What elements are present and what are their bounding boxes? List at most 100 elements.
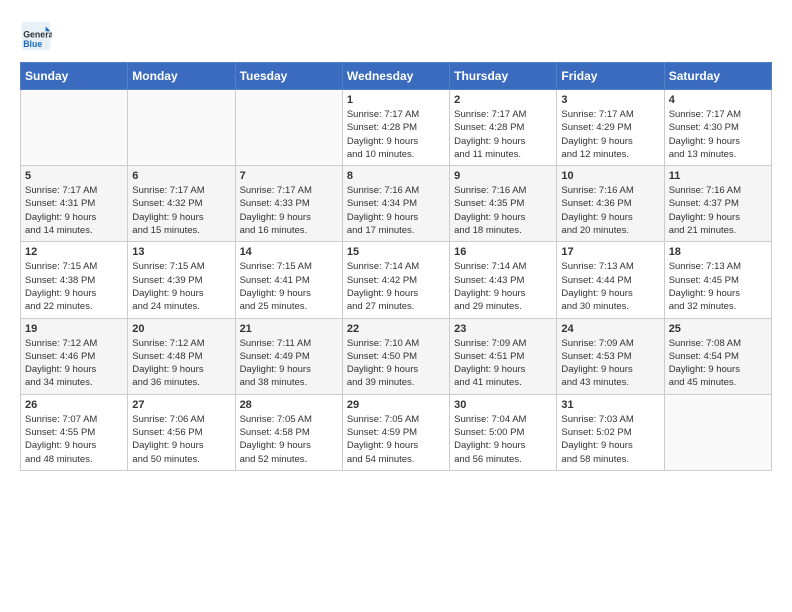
logo: General Blue: [20, 20, 58, 52]
day-number: 24: [561, 323, 659, 335]
day-number: 20: [132, 323, 230, 335]
day-number: 21: [240, 323, 338, 335]
day-number: 19: [25, 323, 123, 335]
calendar-cell: 13Sunrise: 7:15 AM Sunset: 4:39 PM Dayli…: [128, 242, 235, 318]
calendar-cell: 21 Sunrise: 7:11 AM Sunset: 4:49 PM Dayli…: [235, 318, 342, 394]
cell-content: Sunrise: 7:16 AM Sunset: 4:35 PM Dayligh…: [454, 184, 552, 237]
calendar-cell: 7 Sunrise: 7:17 AM Sunset: 4:33 PM Daylig…: [235, 166, 342, 242]
day-number: 14: [240, 246, 338, 258]
day-number: 22: [347, 323, 445, 335]
cell-content: Sunrise: 7:17 AM Sunset: 4:30 PM Dayligh…: [669, 108, 767, 161]
calendar-week-row: 12 Sunrise: 7:15 AM Sunset: 4:38 PM Dayli…: [21, 242, 772, 318]
day-number: 9: [454, 170, 552, 182]
cell-content: Sunrise: 7:09 AM Sunset: 4:51 PM Dayligh…: [454, 337, 552, 390]
calendar-week-row: 19 Sunrise: 7:12 AM Sunset: 4:46 PM Dayli…: [21, 318, 772, 394]
calendar-day-header: Tuesday: [235, 63, 342, 90]
cell-content: Sunrise: 7:17 AM Sunset: 4:31 PM Dayligh…: [25, 184, 123, 237]
calendar-week-row: 5 Sunrise: 7:17 AM Sunset: 4:31 PM Daylig…: [21, 166, 772, 242]
calendar-cell: 2 Sunrise: 7:17 AM Sunset: 4:28 PM Daylig…: [450, 90, 557, 166]
cell-content: Sunrise: 7:15 AM Sunset: 4:38 PM Dayligh…: [25, 260, 123, 313]
calendar-cell: 8 Sunrise: 7:16 AM Sunset: 4:34 PM Daylig…: [342, 166, 449, 242]
day-number: 12: [25, 246, 123, 258]
day-number: 28: [240, 399, 338, 411]
calendar-cell: [128, 90, 235, 166]
cell-content: Sunrise: 7:14 AM Sunset: 4:42 PM Dayligh…: [347, 260, 445, 313]
day-number: 23: [454, 323, 552, 335]
day-number: 8: [347, 170, 445, 182]
calendar-cell: 16Sunrise: 7:14 AM Sunset: 4:43 PM Dayli…: [450, 242, 557, 318]
day-number: 3: [561, 94, 659, 106]
cell-content: Sunrise: 7:16 AM Sunset: 4:34 PM Dayligh…: [347, 184, 445, 237]
calendar-cell: 11Sunrise: 7:16 AM Sunset: 4:37 PM Dayli…: [664, 166, 771, 242]
calendar-week-row: 1 Sunrise: 7:17 AM Sunset: 4:28 PM Daylig…: [21, 90, 772, 166]
cell-content: Sunrise: 7:12 AM Sunset: 4:48 PM Dayligh…: [132, 337, 230, 390]
cell-content: Sunrise: 7:05 AM Sunset: 4:59 PM Dayligh…: [347, 413, 445, 466]
calendar-cell: 6 Sunrise: 7:17 AM Sunset: 4:32 PM Daylig…: [128, 166, 235, 242]
cell-content: Sunrise: 7:13 AM Sunset: 4:45 PM Dayligh…: [669, 260, 767, 313]
cell-content: Sunrise: 7:17 AM Sunset: 4:29 PM Dayligh…: [561, 108, 659, 161]
calendar-cell: 25 Sunrise: 7:08 AM Sunset: 4:54 PM Dayli…: [664, 318, 771, 394]
calendar-cell: 22 Sunrise: 7:10 AM Sunset: 4:50 PM Dayli…: [342, 318, 449, 394]
day-number: 13: [132, 246, 230, 258]
day-number: 30: [454, 399, 552, 411]
calendar-day-header: Sunday: [21, 63, 128, 90]
calendar-cell: [235, 90, 342, 166]
calendar-cell: 20 Sunrise: 7:12 AM Sunset: 4:48 PM Dayli…: [128, 318, 235, 394]
day-number: 10: [561, 170, 659, 182]
day-number: 7: [240, 170, 338, 182]
day-number: 4: [669, 94, 767, 106]
day-number: 29: [347, 399, 445, 411]
svg-text:Blue: Blue: [23, 39, 42, 49]
calendar-day-header: Friday: [557, 63, 664, 90]
calendar-cell: 9 Sunrise: 7:16 AM Sunset: 4:35 PM Daylig…: [450, 166, 557, 242]
cell-content: Sunrise: 7:13 AM Sunset: 4:44 PM Dayligh…: [561, 260, 659, 313]
day-number: 27: [132, 399, 230, 411]
calendar-cell: 26Sunrise: 7:07 AM Sunset: 4:55 PM Dayli…: [21, 394, 128, 470]
cell-content: Sunrise: 7:07 AM Sunset: 4:55 PM Dayligh…: [25, 413, 123, 466]
day-number: 31: [561, 399, 659, 411]
calendar-cell: 10Sunrise: 7:16 AM Sunset: 4:36 PM Dayli…: [557, 166, 664, 242]
calendar-cell: 18 Sunrise: 7:13 AM Sunset: 4:45 PM Dayli…: [664, 242, 771, 318]
cell-content: Sunrise: 7:11 AM Sunset: 4:49 PM Dayligh…: [240, 337, 338, 390]
calendar-header-row: SundayMondayTuesdayWednesdayThursdayFrid…: [21, 63, 772, 90]
calendar-cell: 23 Sunrise: 7:09 AM Sunset: 4:51 PM Dayli…: [450, 318, 557, 394]
cell-content: Sunrise: 7:03 AM Sunset: 5:02 PM Dayligh…: [561, 413, 659, 466]
cell-content: Sunrise: 7:08 AM Sunset: 4:54 PM Dayligh…: [669, 337, 767, 390]
calendar-cell: 5 Sunrise: 7:17 AM Sunset: 4:31 PM Daylig…: [21, 166, 128, 242]
calendar-cell: 30 Sunrise: 7:04 AM Sunset: 5:00 PM Dayli…: [450, 394, 557, 470]
calendar-cell: 15 Sunrise: 7:14 AM Sunset: 4:42 PM Dayli…: [342, 242, 449, 318]
cell-content: Sunrise: 7:17 AM Sunset: 4:28 PM Dayligh…: [454, 108, 552, 161]
day-number: 6: [132, 170, 230, 182]
calendar-cell: 28Sunrise: 7:05 AM Sunset: 4:58 PM Dayli…: [235, 394, 342, 470]
cell-content: Sunrise: 7:10 AM Sunset: 4:50 PM Dayligh…: [347, 337, 445, 390]
day-number: 2: [454, 94, 552, 106]
calendar-cell: 3 Sunrise: 7:17 AM Sunset: 4:29 PM Daylig…: [557, 90, 664, 166]
day-number: 5: [25, 170, 123, 182]
calendar-table: SundayMondayTuesdayWednesdayThursdayFrid…: [20, 62, 772, 471]
cell-content: Sunrise: 7:14 AM Sunset: 4:43 PM Dayligh…: [454, 260, 552, 313]
calendar-cell: [664, 394, 771, 470]
day-number: 11: [669, 170, 767, 182]
day-number: 15: [347, 246, 445, 258]
day-number: 25: [669, 323, 767, 335]
cell-content: Sunrise: 7:17 AM Sunset: 4:33 PM Dayligh…: [240, 184, 338, 237]
calendar-cell: 29 Sunrise: 7:05 AM Sunset: 4:59 PM Dayli…: [342, 394, 449, 470]
calendar-cell: 17 Sunrise: 7:13 AM Sunset: 4:44 PM Dayli…: [557, 242, 664, 318]
cell-content: Sunrise: 7:17 AM Sunset: 4:32 PM Dayligh…: [132, 184, 230, 237]
calendar-day-header: Thursday: [450, 63, 557, 90]
calendar-day-header: Monday: [128, 63, 235, 90]
calendar-cell: 24 Sunrise: 7:09 AM Sunset: 4:53 PM Dayli…: [557, 318, 664, 394]
logo-icon: General Blue: [20, 20, 52, 52]
calendar-cell: 19 Sunrise: 7:12 AM Sunset: 4:46 PM Dayli…: [21, 318, 128, 394]
cell-content: Sunrise: 7:09 AM Sunset: 4:53 PM Dayligh…: [561, 337, 659, 390]
cell-content: Sunrise: 7:04 AM Sunset: 5:00 PM Dayligh…: [454, 413, 552, 466]
day-number: 18: [669, 246, 767, 258]
calendar-cell: 12 Sunrise: 7:15 AM Sunset: 4:38 PM Dayli…: [21, 242, 128, 318]
calendar-cell: 1Sunrise: 7:17 AM Sunset: 4:28 PM Daylig…: [342, 90, 449, 166]
calendar-day-header: Saturday: [664, 63, 771, 90]
day-number: 17: [561, 246, 659, 258]
day-number: 1: [347, 94, 445, 106]
cell-content: Sunrise: 7:12 AM Sunset: 4:46 PM Dayligh…: [25, 337, 123, 390]
cell-content: Sunrise: 7:15 AM Sunset: 4:41 PM Dayligh…: [240, 260, 338, 313]
calendar-body: 1 Sunrise: 7:17 AM Sunset: 4:28 PM Daylig…: [21, 90, 772, 471]
